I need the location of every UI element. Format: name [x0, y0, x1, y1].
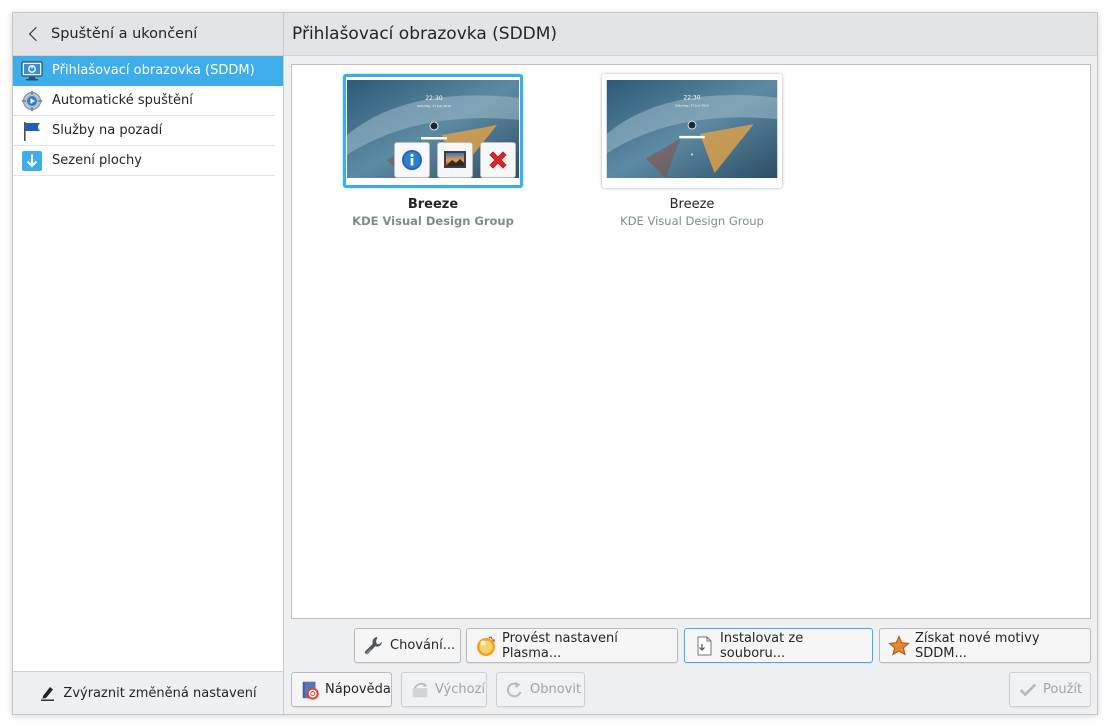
preview-date: Saturday, 27 July 2019	[675, 103, 709, 107]
highlight-changed-button[interactable]: Zvýraznit změněná nastavení	[13, 671, 283, 714]
back-arrow-icon[interactable]	[27, 26, 43, 42]
install-from-file-label: Instalovat ze souboru...	[720, 630, 804, 661]
theme-thumbnail[interactable]: 22:30 Saturday, 27 July 2019	[602, 74, 782, 188]
help-button[interactable]: Nápověda	[291, 672, 392, 707]
sidebar-item-background-services[interactable]: Služby na pozadí	[13, 116, 275, 146]
defaults-icon	[412, 682, 428, 697]
theme-info-button[interactable]	[394, 142, 430, 178]
defaults-label: Výchozí	[435, 682, 486, 697]
settings-window: Spuštění a ukončení Přihlašovací obrazov…	[12, 12, 1098, 715]
sidebar-item-label: Služby na pozadí	[52, 123, 163, 138]
theme-author: KDE Visual Design Group	[620, 214, 764, 228]
preview-time: 22:30	[425, 95, 442, 102]
check-icon	[1019, 683, 1037, 696]
help-book-icon	[302, 681, 319, 700]
theme-author: KDE Visual Design Group	[352, 214, 514, 228]
sidebar: Spuštění a ukončení Přihlašovací obrazov…	[13, 13, 284, 714]
highlighter-icon	[41, 687, 55, 701]
apply-plasma-label: Provést nastavení Plasma...	[502, 630, 618, 661]
install-from-file-button[interactable]: Instalovat ze souboru...	[684, 628, 873, 663]
gear-icon	[21, 90, 43, 111]
behavior-button[interactable]: Chování...	[354, 628, 461, 663]
preview-image-icon	[444, 151, 466, 168]
page-title: Přihlašovací obrazovka (SDDM)	[292, 24, 558, 44]
preview-date: Saturday, 27 July 2019	[417, 104, 451, 108]
theme-preview-image: 22:30 Saturday, 27 July 2019	[606, 80, 778, 178]
sidebar-item-desktop-session[interactable]: Sezení plochy	[13, 146, 275, 176]
defaults-button[interactable]: Výchozí	[401, 672, 487, 707]
theme-delete-button[interactable]	[480, 142, 516, 178]
download-arrow-icon	[22, 150, 42, 171]
flag-icon	[24, 121, 40, 141]
theme-thumbnail[interactable]: 22:30 Saturday, 27 July 2019	[343, 74, 523, 188]
behavior-label: Chování...	[390, 638, 456, 653]
sidebar-item-label: Automatické spuštění	[52, 93, 193, 108]
theme-name: Breeze	[669, 197, 715, 212]
get-new-themes-button[interactable]: Získat nové motivy SDDM...	[879, 628, 1091, 663]
sidebar-back-header[interactable]: Spuštění a ukončení	[13, 13, 283, 56]
theme-card[interactable]: 22:30 Saturday, 27 July 2019 Breeze KDE …	[602, 74, 782, 234]
wrench-icon	[364, 636, 382, 654]
star-icon	[888, 634, 910, 656]
theme-grid: 22:30 Saturday, 27 July 2019 Breeze KDE …	[291, 64, 1091, 619]
apply-plasma-button[interactable]: Provést nastavení Plasma...	[466, 628, 678, 663]
file-install-icon	[697, 636, 712, 655]
theme-card[interactable]: 22:30 Saturday, 27 July 2019 Breeze KDE …	[343, 74, 523, 234]
preview-time: 22:30	[684, 96, 701, 102]
sidebar-title: Spuštění a ukončení	[51, 26, 198, 42]
sidebar-item-label: Sezení plochy	[52, 153, 142, 168]
theme-preview-button[interactable]	[437, 142, 473, 178]
theme-overlay-actions	[394, 142, 516, 178]
info-icon	[402, 150, 422, 170]
plasma-icon	[477, 635, 495, 656]
apply-label: Použít	[1043, 682, 1083, 697]
main-header: Přihlašovací obrazovka (SDDM)	[284, 13, 1097, 56]
theme-name: Breeze	[407, 197, 459, 212]
help-label: Nápověda	[325, 682, 391, 697]
main-panel: Přihlašovací obrazovka (SDDM) 22:30 Satu…	[284, 13, 1097, 714]
reset-label: Obnovit	[530, 682, 582, 697]
get-new-themes-label: Získat nové motivy SDDM...	[915, 630, 1040, 661]
sidebar-item-sddm[interactable]: Přihlašovací obrazovka (SDDM)	[13, 56, 283, 86]
apply-button[interactable]: Použít	[1009, 672, 1091, 707]
delete-icon	[489, 151, 507, 169]
reset-icon	[507, 681, 522, 697]
sidebar-item-autostart[interactable]: Automatické spuštění	[13, 86, 275, 116]
reset-button[interactable]: Obnovit	[496, 672, 585, 707]
monitor-login-icon	[21, 60, 43, 80]
highlight-changed-label: Zvýraznit změněná nastavení	[63, 685, 257, 701]
sidebar-list: Přihlašovací obrazovka (SDDM) Automatick…	[13, 56, 283, 176]
sidebar-item-label: Přihlašovací obrazovka (SDDM)	[52, 63, 255, 78]
